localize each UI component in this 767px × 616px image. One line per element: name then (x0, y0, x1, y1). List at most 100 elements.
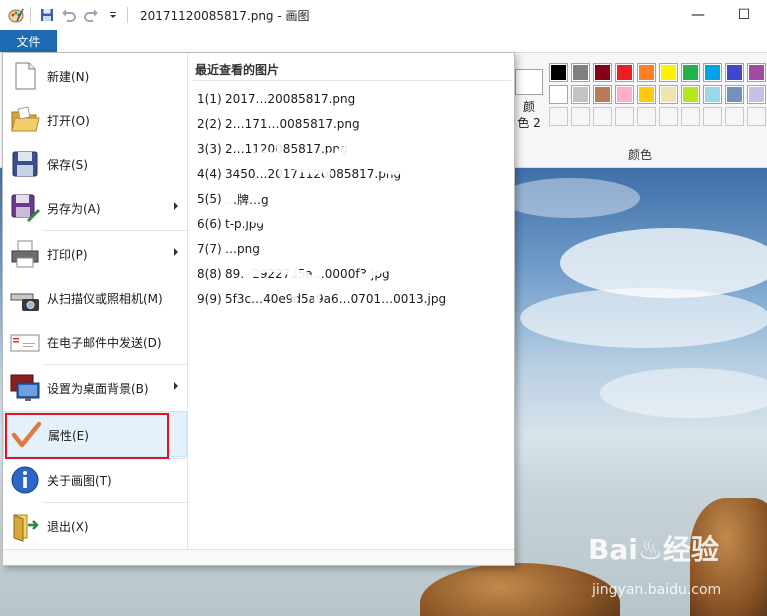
recent-item[interactable]: 3(3) 2…1120085817.png (197, 137, 509, 161)
color-swatch[interactable] (703, 63, 722, 82)
window-title: 20171120085817.png - 画图 (140, 8, 310, 23)
color-swatch[interactable] (725, 85, 744, 104)
menu-item-new[interactable]: 新建(N) (3, 53, 187, 99)
info-icon (9, 464, 41, 496)
save-as-icon (9, 192, 41, 224)
color-swatch[interactable] (747, 85, 766, 104)
file-menu-commands: 新建(N) 打开(O) 保存(S) 另存为(A) 打印(P) 从扫描仪或照相机(… (3, 53, 187, 549)
color-swatch[interactable] (615, 85, 634, 104)
menu-item-label: 打开(O) (47, 114, 90, 128)
color-swatch[interactable] (571, 85, 590, 104)
custom-color-swatch[interactable] (659, 107, 678, 126)
color-swatch[interactable] (659, 63, 678, 82)
menu-item-label: 新建(N) (47, 70, 90, 84)
menu-item-open[interactable]: 打开(O) (3, 97, 187, 143)
toolbar-separator (30, 7, 31, 23)
maximize-button[interactable]: ☐ (721, 0, 767, 30)
color-swatch[interactable] (725, 63, 744, 82)
custom-color-swatch[interactable] (725, 107, 744, 126)
recent-item-name: 2…1120085817.png (225, 142, 348, 156)
color2-label: 颜 色 2 (517, 100, 541, 130)
color-swatch[interactable] (593, 63, 612, 82)
submenu-arrow-icon (174, 248, 178, 256)
menu-item-label: 关于画图(T) (47, 474, 112, 488)
menu-item-about-paint[interactable]: 关于画图(T) (3, 457, 187, 503)
submenu-arrow-icon (174, 382, 178, 390)
quick-access-toolbar (0, 0, 134, 30)
recent-item[interactable]: 9(9) 5f3c…40e9d5a9a6…0701…0013.jpg (197, 287, 509, 311)
recent-item-name: t-p.jpg (225, 217, 265, 231)
recent-item[interactable]: 8(8) 89…29227a5a…0000f3.jpg (197, 262, 509, 286)
menu-item-save[interactable]: 保存(S) (3, 141, 187, 187)
color-swatch[interactable] (637, 85, 656, 104)
color-swatch[interactable] (747, 63, 766, 82)
recent-item-name: 2…171…0085817.png (225, 117, 360, 131)
recent-item-name: …牌…g (225, 192, 269, 207)
recent-item[interactable]: 5(5) …牌…g (197, 187, 509, 211)
custom-color-swatch[interactable] (637, 107, 656, 126)
menu-item-set-desktop-background[interactable]: 设置为桌面背景(B) (3, 365, 187, 411)
recent-item[interactable]: 2(2) 2…171…0085817.png (197, 112, 509, 136)
menu-divider (187, 53, 188, 549)
customize-toolbar-dropdown-icon[interactable] (103, 5, 123, 25)
window-controls: — ☐ (675, 0, 767, 30)
recent-item-name: 2017…20085817.png (225, 92, 356, 106)
undo-icon[interactable] (59, 5, 79, 25)
color-swatch[interactable] (637, 63, 656, 82)
desktop-background-icon (9, 372, 41, 404)
color-swatch[interactable] (549, 63, 568, 82)
recent-item-number: 3(3) (197, 142, 222, 156)
color-swatch[interactable] (571, 63, 590, 82)
recent-item-number: 6(6) (197, 217, 222, 231)
menu-item-label: 在电子邮件中发送(D) (47, 336, 162, 350)
recent-item-number: 9(9) (197, 292, 222, 306)
recent-item-number: 1(1) (197, 92, 222, 106)
menu-item-print[interactable]: 打印(P) (3, 231, 187, 277)
recent-item[interactable]: 7(7) …png (197, 237, 509, 261)
color2-swatch[interactable] (515, 69, 543, 95)
recent-item-number: 7(7) (197, 242, 222, 256)
recent-item[interactable]: 1(1) 2017…20085817.png (197, 87, 509, 111)
custom-color-swatch[interactable] (615, 107, 634, 126)
menu-item-label: 从扫描仪或照相机(M) (47, 292, 163, 306)
watermark-brand: Bai♨经验 (588, 533, 719, 566)
image-cloud (520, 288, 767, 348)
recent-item-name: 5f3c…40e9d5a9a6…0701…0013.jpg (225, 292, 447, 306)
color-swatch[interactable] (593, 85, 612, 104)
recent-item[interactable]: 6(6) t-p.jpg (197, 212, 509, 236)
color-swatch[interactable] (659, 85, 678, 104)
custom-color-swatch[interactable] (549, 107, 568, 126)
custom-color-swatch[interactable] (593, 107, 612, 126)
toolbar-separator (127, 7, 128, 23)
file-menu-footer (3, 549, 514, 565)
save-quick-icon[interactable] (37, 5, 57, 25)
recent-item-number: 8(8) (197, 267, 222, 281)
color-swatch[interactable] (681, 85, 700, 104)
recent-item[interactable]: 4(4) 3450…20171120085817.png (197, 162, 509, 186)
custom-color-swatch[interactable] (747, 107, 766, 126)
menu-item-label: 退出(X) (47, 520, 89, 534)
color-swatch[interactable] (703, 85, 722, 104)
image-cloud (500, 178, 640, 218)
redo-icon[interactable] (81, 5, 101, 25)
paint-app-icon[interactable] (6, 5, 26, 25)
menu-item-scanner-camera[interactable]: 从扫描仪或照相机(M) (3, 275, 187, 321)
email-icon (9, 326, 41, 358)
color-swatch[interactable] (549, 85, 568, 104)
menu-item-send-email[interactable]: 在电子邮件中发送(D) (3, 319, 187, 365)
custom-color-swatch[interactable] (681, 107, 700, 126)
tab-file[interactable]: 文件 (0, 30, 57, 52)
ribbon-tab-row: 文件 (0, 30, 767, 52)
file-menu: 新建(N) 打开(O) 保存(S) 另存为(A) 打印(P) 从扫描仪或照相机(… (2, 52, 515, 566)
custom-color-swatch[interactable] (703, 107, 722, 126)
color-swatch[interactable] (615, 63, 634, 82)
color-swatch[interactable] (681, 63, 700, 82)
recent-item-number: 2(2) (197, 117, 222, 131)
image-rock (420, 563, 620, 616)
recent-item-name: …png (225, 242, 260, 256)
menu-item-properties[interactable]: 属性(E) (3, 411, 187, 457)
menu-item-save-as[interactable]: 另存为(A) (3, 185, 187, 231)
minimize-button[interactable]: — (675, 0, 721, 30)
custom-color-swatch[interactable] (571, 107, 590, 126)
menu-item-exit[interactable]: 退出(X) (3, 503, 187, 549)
